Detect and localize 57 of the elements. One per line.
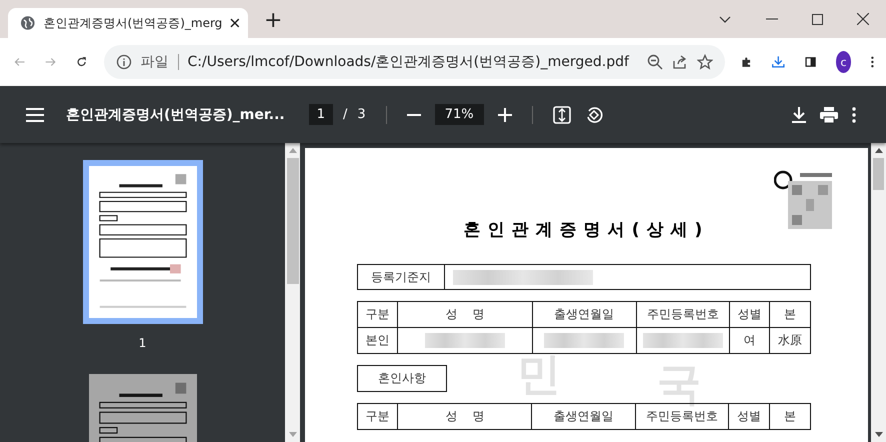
certificate-title: 혼인관계증명서(상세)	[462, 219, 710, 241]
section-label: 혼인사항	[357, 365, 447, 392]
fit-page-icon[interactable]	[552, 106, 571, 124]
column-header: 성 명	[398, 302, 532, 328]
star-icon[interactable]	[696, 54, 713, 70]
zoom-field[interactable]: 71%	[434, 104, 484, 125]
column-header: 주민등록번호	[636, 302, 730, 328]
share-icon[interactable]	[672, 54, 688, 70]
column-header: 성 명	[398, 404, 532, 430]
globe-icon	[20, 15, 36, 31]
profile-avatar[interactable]: c	[836, 51, 852, 73]
more-icon[interactable]	[852, 106, 856, 122]
info-icon	[116, 54, 132, 70]
minimize-icon[interactable]	[766, 18, 778, 20]
qr-code-drawing	[774, 170, 834, 232]
column-header: 본	[769, 404, 810, 430]
scrollbar[interactable]	[871, 143, 886, 442]
tab-title: 혼인관계증명서(번역공증)_merg	[44, 14, 222, 32]
page-number: 1	[138, 336, 146, 350]
menu-icon[interactable]	[871, 54, 874, 70]
column-header: 성별	[728, 404, 770, 430]
table-cell: 여	[744, 333, 756, 347]
scrollbar-thumb[interactable]	[286, 158, 298, 284]
zoom-out-icon[interactable]	[646, 54, 663, 70]
scrollbar-thumb[interactable]	[873, 158, 884, 190]
page-total: 3	[357, 107, 366, 122]
column-header: 본	[770, 302, 810, 328]
table-cell: 본인	[366, 333, 390, 347]
table-cell: 등록기준지	[358, 264, 444, 290]
page-separator: /	[343, 107, 348, 122]
rotate-icon[interactable]	[584, 106, 603, 124]
close-icon[interactable]	[230, 18, 240, 28]
menu-icon[interactable]	[26, 108, 44, 122]
column-header: 주민등록번호	[636, 404, 729, 430]
print-icon[interactable]	[820, 106, 838, 122]
scrollbar[interactable]	[285, 143, 300, 442]
download-icon[interactable]	[792, 106, 806, 122]
column-header: 성별	[730, 302, 770, 328]
close-icon[interactable]	[857, 13, 869, 25]
url-text: C:/Users/lmcof/Downloads/혼인관계증명서(번역공증)_merged.pdf	[188, 53, 629, 71]
scroll-up-icon[interactable]	[874, 148, 882, 153]
page-number-field[interactable]: 1	[308, 104, 334, 125]
new-tab-button[interactable]: +	[264, 8, 282, 34]
maximize-icon[interactable]	[812, 14, 823, 24]
column-header: 구분	[358, 404, 398, 430]
browser-tab[interactable]: 혼인관계증명서(번역공증)_merg	[8, 8, 248, 38]
zoom-in-icon[interactable]	[498, 108, 512, 122]
page-thumbnail[interactable]	[82, 160, 202, 324]
side-panel-icon[interactable]	[804, 54, 816, 70]
scheme-label: 파일	[140, 53, 169, 71]
column-header: 구분	[358, 302, 398, 328]
table-cell: 水原	[778, 333, 802, 347]
address-bar[interactable]: 파일 C:/Users/lmcof/Downloads/혼인관계증명서(번역공증)_merged.pdf	[104, 45, 725, 79]
column-header: 출생연월일	[532, 302, 636, 328]
scroll-down-icon[interactable]	[874, 432, 882, 437]
column-header: 출생연월일	[532, 404, 636, 430]
document-title: 혼인관계증명서(번역공증)_mer...	[66, 106, 285, 124]
